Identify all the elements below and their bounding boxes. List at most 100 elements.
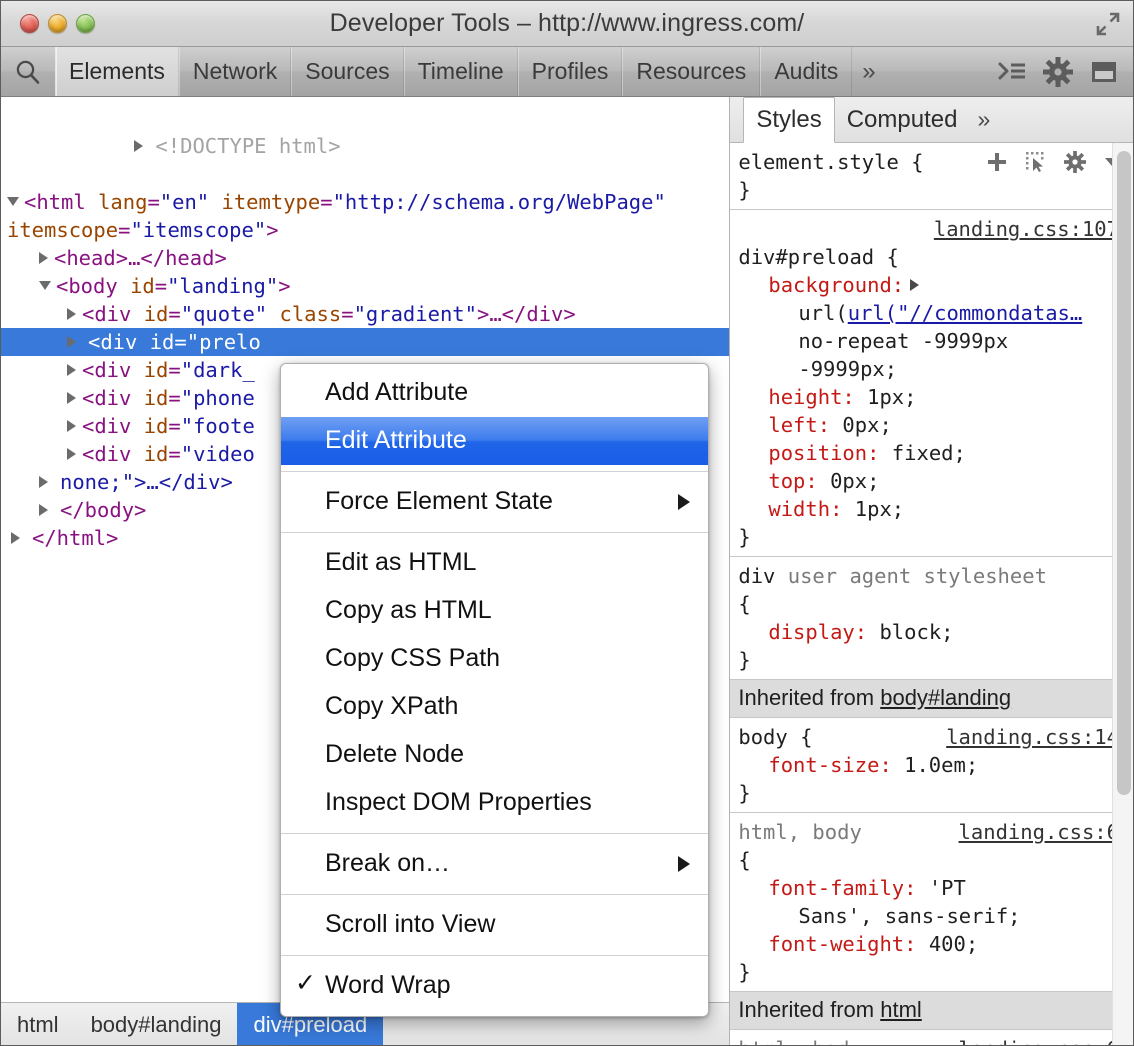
tab-profiles-label: Profiles [532,58,609,85]
tab-resources-label: Resources [636,58,746,85]
phone-attr-id: id [144,386,169,410]
console-drawer-icon[interactable] [995,55,1029,89]
dom-line-head[interactable]: <head>…</head> [1,244,729,272]
declaration-width[interactable]: width: 1px; [738,495,1133,523]
menu-separator [281,894,708,895]
rule-selector-div[interactable]: div [738,564,775,588]
rule-close-div: } [738,646,1133,674]
styles-scrollbar-thumb[interactable] [1117,151,1131,795]
tab-resources[interactable]: Resources [622,47,760,96]
minimize-window-button[interactable] [48,14,67,33]
styles-scrollbar-track[interactable] [1112,143,1133,1046]
new-style-rule-icon[interactable] [1023,149,1049,175]
rule-body[interactable]: body { landing.css:14 font-size: 1.0em; } [730,718,1133,813]
dom-line-body[interactable]: <body id="landing"> [1,272,729,300]
background-url-link[interactable]: url("//commondatas… [848,301,1083,325]
dom-line-html[interactable]: <html lang="en" itemtype="http://schema.… [1,188,729,244]
quote-collapsed: …</div> [489,302,575,326]
tab-sources[interactable]: Sources [291,47,403,96]
rule-close-body: } [738,779,1133,807]
close-window-button[interactable] [20,14,39,33]
rule-div-user-agent[interactable]: div user agent stylesheet { display: blo… [730,557,1133,680]
declaration-top[interactable]: top: 0px; [738,467,1133,495]
menu-item-inspect-dom-properties[interactable]: Inspect DOM Properties [281,779,708,827]
rule-selector-html-body[interactable]: html, body [738,820,861,844]
declaration-position[interactable]: position: fixed; [738,439,1133,467]
rule-origin-landing-6[interactable]: landing.css:6 [959,818,1119,846]
dom-tree-pane[interactable]: <!DOCTYPE html> <html lang="en" itemtype… [1,97,730,1046]
breadcrumb-item-body-landing[interactable]: body#landing [75,1003,238,1046]
val-left: 0px; [842,413,891,437]
menu-item-copy-css-path[interactable]: Copy CSS Path [281,635,708,683]
breadcrumb-label-body: body#landing [91,1012,222,1038]
rule-selector-div-preload[interactable]: div#preload { [738,243,1133,271]
dom-line-preload-selected[interactable]: <div id="prelo [1,328,729,356]
breadcrumb-item-html[interactable]: html [1,1003,75,1046]
menu-item-edit-as-html[interactable]: Edit as HTML [281,539,708,587]
tab-audits[interactable]: Audits [760,47,852,96]
menu-item-break-on[interactable]: Break on… [281,840,708,888]
tab-elements[interactable]: Elements [55,47,179,96]
gear-icon[interactable] [1041,55,1075,89]
val-display: block; [879,620,953,644]
tab-network[interactable]: Network [179,47,291,96]
rule-div-preload[interactable]: landing.css:107 div#preload { background… [730,210,1133,557]
menu-item-copy-xpath[interactable]: Copy XPath [281,683,708,731]
inherited-label-body: Inherited from [738,685,874,710]
tab-computed[interactable]: Computed [835,97,970,142]
disclosure-triangle-icon[interactable] [67,448,76,460]
rule-selector-body[interactable]: body { [738,725,812,749]
rule-html-body-2[interactable]: html, bodylanding.css:6 { [730,1030,1133,1046]
menu-item-scroll-into-view[interactable]: Scroll into View [281,901,708,949]
styles-rule-list[interactable]: element.style { } landing.css:107 div#pr… [730,143,1133,1046]
tab-timeline[interactable]: Timeline [404,47,518,96]
rule-selector-html-body-2[interactable]: html, body [738,1037,861,1046]
disclosure-triangle-icon[interactable] [67,308,76,320]
dock-window-icon[interactable] [1087,55,1121,89]
rule-html-body[interactable]: html, bodylanding.css:6 { font-family: '… [730,813,1133,992]
zoom-window-button[interactable] [76,14,95,33]
styles-tabs-overflow-button[interactable]: » [969,97,1002,142]
prop-position: position: [738,441,879,465]
inherited-target-html[interactable]: html [880,997,922,1022]
disclosure-triangle-open-icon[interactable] [39,281,51,290]
declaration-left[interactable]: left: 0px; [738,411,1133,439]
search-icon[interactable] [1,58,55,86]
tab-styles[interactable]: Styles [743,97,834,143]
prop-font-family: font-family: [738,876,916,900]
rule-origin-landing-6-b[interactable]: landing.css:6 [959,1035,1119,1046]
declaration-font-family[interactable]: font-family: 'PT [738,874,1133,902]
plus-icon[interactable] [984,149,1010,175]
dom-context-menu[interactable]: Add Attribute Edit Attribute Force Eleme… [280,363,709,1017]
expand-triangle-icon[interactable] [910,279,919,291]
menu-item-delete-node[interactable]: Delete Node [281,731,708,779]
menu-item-word-wrap[interactable]: ✓Word Wrap [281,962,708,1010]
rule-element-style[interactable]: element.style { } [730,143,1133,210]
declaration-background-url[interactable]: url(url("//commondatas… [738,299,1133,327]
expand-arrows-icon[interactable] [1095,11,1121,37]
declaration-display[interactable]: display: block; [738,618,1133,646]
disclosure-triangle-icon[interactable] [67,420,76,432]
tab-profiles[interactable]: Profiles [518,47,623,96]
declaration-background[interactable]: background: [738,271,1133,299]
prop-background: background: [738,273,904,297]
disclosure-triangle-icon[interactable] [67,364,76,376]
gear-icon[interactable] [1062,149,1088,175]
disclosure-triangle-open-icon[interactable] [7,197,19,206]
disclosure-triangle-icon[interactable] [39,252,48,264]
menu-item-copy-as-html[interactable]: Copy as HTML [281,587,708,635]
menu-item-force-element-state[interactable]: Force Element State [281,478,708,526]
declaration-height[interactable]: height: 1px; [738,383,1133,411]
disclosure-triangle-icon[interactable] [67,392,76,404]
tabs-overflow-button[interactable]: » [852,47,885,96]
rule-origin-landing-14[interactable]: landing.css:14 [946,723,1119,751]
dom-line-quote[interactable]: <div id="quote" class="gradient">…</div> [1,300,729,328]
rule-origin-landing-107[interactable]: landing.css:107 [934,217,1119,241]
declaration-font-size[interactable]: font-size: 1.0em; [738,751,1133,779]
menu-item-add-attribute[interactable]: Add Attribute [281,369,708,417]
declaration-font-weight[interactable]: font-weight: 400; [738,930,1133,958]
menu-item-edit-attribute[interactable]: Edit Attribute [281,417,708,465]
dom-line-doctype[interactable]: <!DOCTYPE html> [1,104,729,188]
inherited-target-body[interactable]: body#landing [880,685,1011,710]
menu-label-copy-as-html: Copy as HTML [325,596,492,624]
